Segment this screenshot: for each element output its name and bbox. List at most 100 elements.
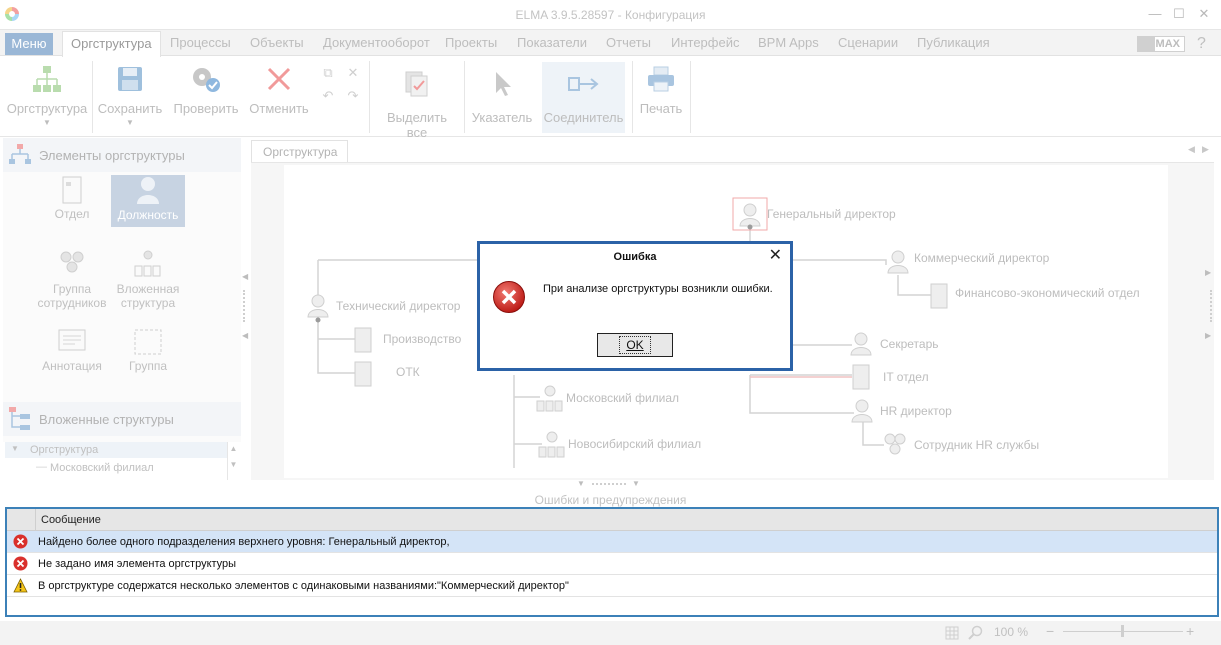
error-icon [13,556,28,571]
annotation-label: Аннотация [42,359,102,373]
gear-check-icon [193,68,220,92]
printer-icon [648,66,674,92]
annotation-icon [58,329,86,351]
connector-button[interactable]: Соединитель [542,62,625,133]
node-otk[interactable]: ОТК [396,365,420,379]
pointer-button[interactable]: Указатель [469,69,535,133]
person-icon [137,177,159,204]
message-column-header[interactable]: Сообщение [41,514,101,526]
palette-nested-structure[interactable]: Вложенная структура [111,249,185,315]
zoom-out-icon[interactable]: − [1046,623,1054,639]
tab-interface[interactable]: Интерфейс [671,35,739,50]
palette-employee-group[interactable]: Группа сотрудников [37,249,107,315]
department-icon [62,176,82,204]
node-it-department[interactable]: IT отдел [883,370,929,384]
expand-icon[interactable]: ▼ [11,444,19,453]
tab-scroll-right-icon[interactable]: ▶ [1202,144,1209,155]
warning-message: В оргструктуре содержатся несколько элем… [38,580,569,592]
table-row[interactable]: В оргструктуре содержатся несколько элем… [7,575,1217,597]
close-window-button[interactable]: ✕ [1194,5,1214,23]
select-all-button[interactable]: Выделить все [375,69,459,140]
undo-icon[interactable]: ↶ [318,88,338,106]
expand-right-icon[interactable]: ▶ [1205,331,1211,340]
minimize-button[interactable]: — [1145,5,1165,23]
tab-bpm-apps[interactable]: BPM Apps [758,35,819,50]
collapse-down-icon[interactable]: ▼ [577,479,585,488]
collapse-left-icon[interactable]: ◀ [242,272,248,281]
node-production[interactable]: Производство [383,332,461,346]
node-finance-department[interactable]: Финансово-экономический отдел [955,286,1140,300]
grid-icon[interactable] [945,626,959,640]
tab-projects[interactable]: Проекты [445,35,497,50]
connector-icon [567,77,599,91]
node-novosibirsk-branch[interactable]: Новосибирский филиал [568,437,701,451]
palette-annotation[interactable]: Аннотация [37,328,107,380]
max-toggle[interactable]: MAX [1137,36,1185,52]
zoom-in-icon[interactable]: + [1186,623,1194,639]
ribbon-tabs: Меню Оргструктура Процессы Объекты Докум… [0,30,1221,57]
copy-icon[interactable]: ⧉ [318,65,338,83]
scroll-up-icon[interactable]: ▲ [228,444,239,453]
header-gutter [7,509,36,531]
menu-button[interactable]: Меню [5,33,53,55]
tab-reports[interactable]: Отчеты [606,35,651,50]
scroll-down-icon[interactable]: ▼ [228,460,239,469]
tab-scroll-left-icon[interactable]: ◀ [1188,144,1195,155]
splitter-handle[interactable] [243,290,245,322]
tab-orgstructure-doc[interactable]: Оргструктура [251,140,348,162]
separator [369,61,370,133]
save-button[interactable]: Сохранить ▼ [97,65,163,133]
splitter-handle-bottom[interactable] [592,483,626,485]
maximize-button[interactable]: ☐ [1169,5,1189,23]
cancel-button[interactable]: Отменить [247,65,311,133]
zoom-search-icon[interactable] [968,625,984,641]
palette-position[interactable]: Должность [111,175,185,227]
tab-processes[interactable]: Процессы [170,35,231,50]
orgstructure-button[interactable]: Оргструктура ▼ [5,65,89,133]
select-all-icon [405,71,428,97]
print-button[interactable]: Печать [636,65,686,133]
node-hr-employee[interactable]: Сотрудник HR службы [914,438,1039,452]
help-icon[interactable]: ? [1197,35,1206,53]
department-label: Отдел [54,207,90,221]
palette-department[interactable]: Отдел [37,176,107,228]
expand-left-icon[interactable]: ◀ [242,331,248,340]
table-row[interactable]: Не задано имя элемента оргструктуры [7,553,1217,575]
separator [632,61,633,133]
zoom-slider-thumb[interactable] [1121,625,1124,637]
toggle-knob [1138,37,1155,51]
error-message: Не задано имя элемента оргструктуры [38,558,237,570]
node-moscow-branch[interactable]: Московский филиал [566,391,679,405]
table-row[interactable]: Найдено более одного подразделения верхн… [7,531,1217,553]
people-group-icon [60,251,84,273]
tab-document-flow[interactable]: Документооборот [323,35,430,50]
tab-orgstructure[interactable]: Оргструктура [62,31,161,57]
dialog-close-icon[interactable]: ✕ [769,248,782,264]
max-label: MAX [1155,38,1180,50]
tree-item-moscow[interactable]: — Московский филиал [5,460,227,476]
tab-publication[interactable]: Публикация [917,35,990,50]
tab-indicators[interactable]: Показатели [517,35,587,50]
node-general-director[interactable]: Генеральный директор [767,207,896,221]
node-hr-director[interactable]: HR директор [880,404,952,418]
dialog-title: Ошибка [613,251,657,263]
palette-group[interactable]: Группа [111,328,185,380]
tab-scenarios[interactable]: Сценарии [838,35,898,50]
delete-icon[interactable]: ✕ [344,65,362,83]
tab-objects[interactable]: Объекты [250,35,304,50]
ok-button[interactable]: OK [597,333,673,357]
error-icon [13,534,28,549]
title-bar: ELMA 3.9.5.28597 - Конфигурация — ☐ ✕ [0,0,1221,30]
collapse-right-icon[interactable]: ▶ [1205,268,1211,277]
node-commercial-director[interactable]: Коммерческий директор [914,251,1049,265]
tree-item-orgstructure[interactable]: ▼ Оргструктура [5,442,227,458]
expand-down-icon[interactable]: ▼ [632,479,640,488]
redo-icon[interactable]: ↷ [344,88,362,106]
pointer-icon [496,72,511,96]
check-button[interactable]: Проверить [171,65,241,133]
node-technical-director[interactable]: Технический директор [336,299,460,313]
group-icon [134,329,162,355]
splitter-handle-right[interactable] [1210,290,1212,322]
tree-scrollbar[interactable]: ▲ ▼ [227,442,239,480]
node-secretary[interactable]: Секретарь [880,337,939,351]
